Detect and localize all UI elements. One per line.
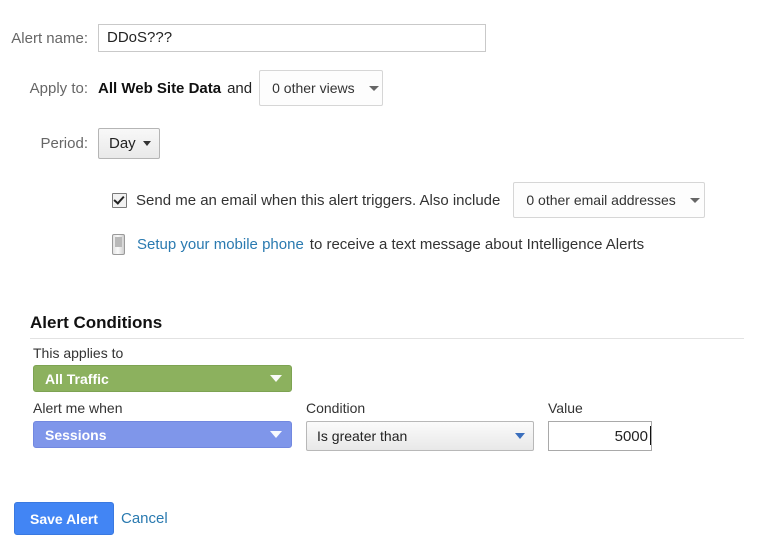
chevron-down-icon bbox=[270, 431, 282, 438]
other-views-select-value: 0 other views bbox=[272, 80, 355, 96]
other-views-select[interactable]: 0 other views bbox=[259, 70, 384, 106]
apply-to-conjunction: and bbox=[227, 79, 253, 97]
send-email-checkbox[interactable] bbox=[112, 192, 127, 208]
apply-to-primary-view: All Web Site Data bbox=[98, 79, 222, 97]
applies-to-select-value: All Traffic bbox=[45, 370, 109, 387]
chevron-down-icon bbox=[515, 433, 525, 439]
section-divider bbox=[30, 338, 744, 339]
period-row: Period: Day bbox=[0, 128, 160, 159]
text-cursor bbox=[650, 426, 651, 445]
metric-select[interactable]: Sessions bbox=[33, 421, 292, 448]
mobile-phone-icon bbox=[112, 234, 125, 255]
chevron-down-icon bbox=[689, 197, 700, 203]
mobile-phone-row: Setup your mobile phone to receive a tex… bbox=[112, 234, 644, 255]
save-alert-button[interactable]: Save Alert bbox=[14, 502, 114, 535]
value-label: Value bbox=[548, 400, 583, 416]
period-select[interactable]: Day bbox=[98, 128, 160, 159]
apply-to-label: Apply to: bbox=[29, 79, 88, 97]
alert-name-row: Alert name: bbox=[0, 24, 486, 52]
condition-select-value: Is greater than bbox=[317, 428, 408, 444]
this-applies-to-label: This applies to bbox=[33, 345, 124, 361]
cancel-link[interactable]: Cancel bbox=[121, 510, 168, 527]
email-notification-row: Send me an email when this alert trigger… bbox=[112, 182, 706, 218]
setup-mobile-phone-link[interactable]: Setup your mobile phone bbox=[137, 236, 304, 253]
condition-label: Condition bbox=[306, 400, 366, 416]
other-email-addresses-select[interactable]: 0 other email addresses bbox=[513, 182, 706, 218]
chevron-down-icon bbox=[270, 375, 282, 382]
applies-to-select[interactable]: All Traffic bbox=[33, 365, 292, 392]
alert-name-label: Alert name: bbox=[11, 29, 88, 47]
mobile-phone-description: to receive a text message about Intellig… bbox=[309, 236, 645, 253]
alert-me-when-label: Alert me when bbox=[33, 400, 123, 416]
other-email-addresses-value: 0 other email addresses bbox=[526, 192, 676, 208]
value-input[interactable] bbox=[548, 421, 652, 451]
chevron-down-icon bbox=[142, 141, 151, 146]
period-label: Period: bbox=[40, 135, 88, 152]
alert-conditions-heading: Alert Conditions bbox=[30, 313, 163, 332]
period-select-value: Day bbox=[109, 135, 136, 152]
chevron-down-icon bbox=[368, 85, 379, 91]
alert-name-input[interactable] bbox=[98, 24, 486, 52]
send-email-label: Send me an email when this alert trigger… bbox=[136, 191, 501, 209]
condition-select[interactable]: Is greater than bbox=[306, 421, 534, 451]
metric-select-value: Sessions bbox=[45, 426, 107, 443]
apply-to-row: Apply to: All Web Site Data and 0 other … bbox=[0, 70, 384, 106]
